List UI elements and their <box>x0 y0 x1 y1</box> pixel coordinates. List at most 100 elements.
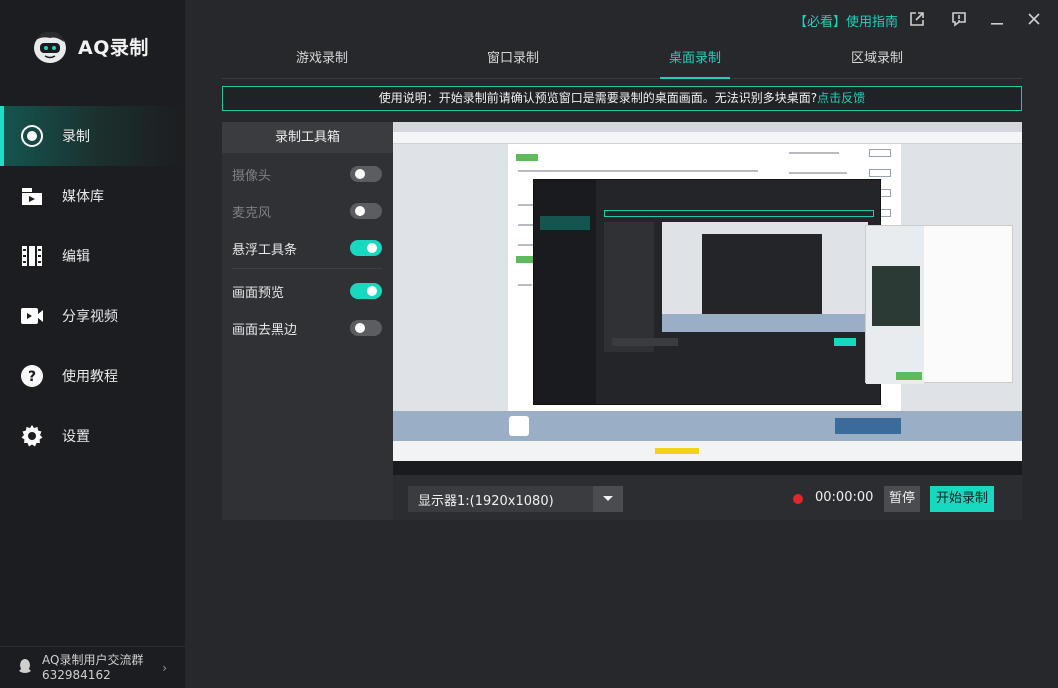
toggle-row-remove-black-border: 画面去黑边 <box>232 316 382 340</box>
sidebar-item-label: 设置 <box>62 429 90 445</box>
sidebar-item-share-video[interactable]: 分享视频 <box>0 286 185 346</box>
toggle-label: 摄像头 <box>232 168 272 184</box>
chat-image <box>872 266 920 326</box>
remove-black-border-toggle[interactable] <box>350 320 382 336</box>
preview-text-line <box>789 172 847 174</box>
app-logo-icon <box>30 26 70 66</box>
preview-label-bar <box>516 154 538 161</box>
community-title: AQ录制用户交流群 <box>42 652 144 667</box>
feedback-icon[interactable] <box>950 10 968 28</box>
preview-app-logo <box>509 416 529 436</box>
tab-desktop-record[interactable]: 桌面录制 <box>604 40 786 78</box>
media-library-icon <box>20 184 44 208</box>
preview-download-button <box>869 149 891 157</box>
sidebar-item-record[interactable]: 录制 <box>0 106 185 166</box>
chevron-down-icon[interactable] <box>593 486 623 512</box>
recording-indicator-icon <box>793 494 803 504</box>
community-number: 632984162 <box>42 667 111 682</box>
toggle-label: 画面去黑边 <box>232 322 298 338</box>
camera-toggle[interactable] <box>350 166 382 182</box>
preview-toggle[interactable] <box>350 283 382 299</box>
sidebar-item-media-library[interactable]: 媒体库 <box>0 166 185 226</box>
preview-browser-tabs <box>393 122 1022 132</box>
preview-text-line <box>789 152 839 154</box>
nested-preview-inner <box>702 234 822 314</box>
nested-notice <box>604 210 874 217</box>
sidebar-item-label: 分享视频 <box>62 309 118 325</box>
nested-preview <box>662 222 868 332</box>
toolbox-divider <box>232 268 382 269</box>
title-bar: 【必看】使用指南 <box>185 0 1058 40</box>
nested-sidebar <box>534 180 596 404</box>
preview-page-footer <box>393 411 1022 441</box>
preview-address-bar <box>393 132 1022 144</box>
toggle-knob <box>367 243 377 253</box>
tab-region-record[interactable]: 区域录制 <box>786 40 968 78</box>
feedback-link[interactable]: 点击反馈 <box>817 91 865 105</box>
record-toolbox: 录制工具箱 摄像头 麦克风 悬浮工具条 画面预览 画面去黑边 <box>222 122 393 520</box>
sidebar-item-settings[interactable]: 设置 <box>0 406 185 466</box>
toggle-label: 画面预览 <box>232 285 285 301</box>
community-info: AQ录制用户交流群 632984162 <box>42 653 143 683</box>
preview-status-bar <box>393 441 1022 461</box>
preview-chat-window <box>865 225 1013 384</box>
help-icon: ? <box>20 364 44 388</box>
chat-send-button <box>896 372 922 380</box>
sidebar: AQ录制 录制 媒体库 编辑 分享视频 ? 使用教程 设置 AQ录制用户交流群 … <box>0 0 185 688</box>
toggle-row-microphone: 麦克风 <box>232 199 382 223</box>
toggle-knob <box>355 323 365 333</box>
toggle-knob <box>367 286 377 296</box>
preview-text-line <box>518 170 758 172</box>
toggle-knob <box>355 206 365 216</box>
notice-text: 使用说明：开始录制前请确认预览窗口是需要录制的桌面画面。无法识别多块桌面? <box>378 91 818 105</box>
sidebar-item-label: 编辑 <box>62 249 90 265</box>
external-link-icon[interactable] <box>908 10 926 28</box>
toggle-row-preview: 画面预览 <box>232 279 382 303</box>
nested-active-item <box>540 216 590 230</box>
display-select-value: 显示器1:(1920x1080) <box>418 493 554 509</box>
film-edit-icon <box>20 244 44 268</box>
nested-preview-footer <box>662 314 868 332</box>
toolbox-title: 录制工具箱 <box>222 122 393 153</box>
usage-notice: 使用说明：开始录制前请确认预览窗口是需要录制的桌面画面。无法识别多块桌面?点击反… <box>222 86 1022 111</box>
preview-nested-app <box>533 179 881 405</box>
display-select[interactable]: 显示器1:(1920x1080) <box>408 486 623 512</box>
microphone-toggle[interactable] <box>350 203 382 219</box>
tab-game-record[interactable]: 游戏录制 <box>222 40 422 78</box>
minimize-icon[interactable] <box>988 10 1006 28</box>
sidebar-item-label: 录制 <box>62 129 90 145</box>
sidebar-item-label: 使用教程 <box>62 369 118 385</box>
chevron-right-icon: › <box>162 661 167 675</box>
preview-panel: 显示器1:(1920x1080) 00:00:00 暂停 开始录制 <box>393 122 1022 520</box>
toggle-label: 悬浮工具条 <box>232 242 298 258</box>
qq-icon <box>18 658 32 678</box>
toggle-row-floating-toolbar: 悬浮工具条 <box>232 236 382 260</box>
record-mode-tabs: 游戏录制 窗口录制 桌面录制 区域录制 <box>222 40 1022 79</box>
preview-download-banner-button <box>835 418 901 434</box>
floating-toolbar-toggle[interactable] <box>350 240 382 256</box>
desktop-preview <box>393 122 1022 475</box>
nested-toolbox <box>604 222 654 352</box>
app-logo: AQ录制 <box>30 26 149 66</box>
record-timer: 00:00:00 <box>815 490 874 505</box>
toggle-knob <box>355 169 365 179</box>
toggle-row-camera: 摄像头 <box>232 162 382 186</box>
sidebar-nav: 录制 媒体库 编辑 分享视频 ? 使用教程 设置 <box>0 106 185 466</box>
gear-icon <box>20 424 44 448</box>
record-controls: 显示器1:(1920x1080) 00:00:00 暂停 开始录制 <box>393 475 1022 520</box>
svg-text:?: ? <box>28 369 36 385</box>
sidebar-item-edit[interactable]: 编辑 <box>0 226 185 286</box>
close-icon[interactable] <box>1025 10 1043 28</box>
app-title: AQ录制 <box>78 36 149 59</box>
community-group-link[interactable]: AQ录制用户交流群 632984162 › <box>0 646 185 688</box>
video-share-icon <box>20 304 44 328</box>
pause-button[interactable]: 暂停 <box>884 486 920 512</box>
start-record-button[interactable]: 开始录制 <box>930 486 994 512</box>
tab-window-record[interactable]: 窗口录制 <box>422 40 604 78</box>
user-guide-link[interactable]: 【必看】使用指南 <box>794 11 898 30</box>
preview-text-line <box>518 224 534 226</box>
preview-highlight-text <box>655 448 699 454</box>
sidebar-item-tutorial[interactable]: ? 使用教程 <box>0 346 185 406</box>
record-icon <box>20 124 44 148</box>
sidebar-item-label: 媒体库 <box>62 189 104 205</box>
